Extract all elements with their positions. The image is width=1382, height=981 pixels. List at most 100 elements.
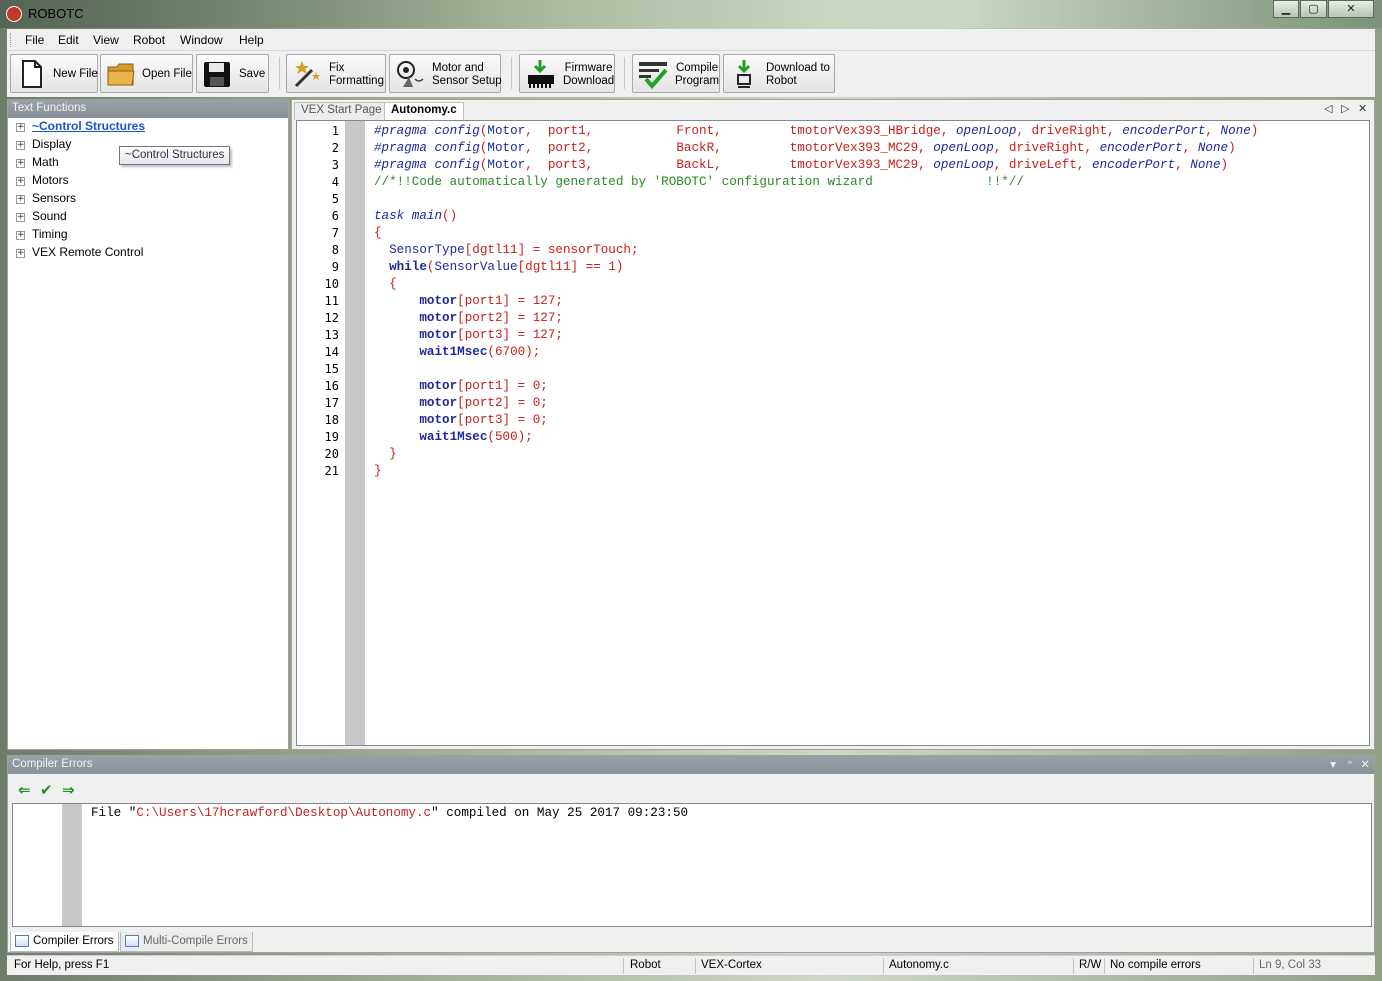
editor-area: VEX Start Page Autonomy.c ◁ ▷ ✕ 1 2 3 4 … xyxy=(291,99,1375,750)
code-line: { xyxy=(389,277,397,291)
tab-vex-start-page[interactable]: VEX Start Page xyxy=(294,102,389,120)
panel-dropdown-icon[interactable]: ▾ xyxy=(1330,757,1336,771)
fix-formatting-button[interactable]: Fix Formatting xyxy=(286,54,386,93)
status-separator xyxy=(623,958,624,974)
toolbar: New File Open File Save Fix Formatting M… xyxy=(7,51,1375,97)
firmware-download-button[interactable]: Firmware Download xyxy=(519,54,615,93)
code-line: motor[port1] = 0; xyxy=(419,379,548,393)
tree-item-sensors[interactable]: + Sensors xyxy=(8,190,288,208)
tab-label: Compiler Errors xyxy=(33,935,114,947)
firmware-chip-icon xyxy=(528,60,554,88)
code-line: { xyxy=(374,226,382,240)
line-number: 17 xyxy=(324,396,339,410)
check-icon[interactable]: ✔ xyxy=(40,781,53,799)
code-line: #pragma config(Motor, port1, Front, tmot… xyxy=(374,124,1259,138)
compiler-errors-header: Compiler Errors ▾ ▫ ✕ xyxy=(8,756,1374,774)
expand-icon[interactable]: + xyxy=(16,123,25,132)
line-number: 19 xyxy=(324,430,339,444)
tree-item-vex-remote-control[interactable]: + VEX Remote Control xyxy=(8,244,288,262)
compiler-output[interactable]: File "C:\Users\17hcrawford\Desktop\Auton… xyxy=(12,803,1372,927)
download-to-robot-button[interactable]: Download to Robot xyxy=(723,54,835,93)
tree-item-timing[interactable]: + Timing xyxy=(8,226,288,244)
compile-check-icon xyxy=(639,62,668,89)
minimize-button[interactable]: ▁ xyxy=(1273,0,1299,18)
open-file-button[interactable]: Open File xyxy=(100,54,193,93)
line-number: 12 xyxy=(324,311,339,325)
code-line: #pragma config(Motor, port3, BackL, tmot… xyxy=(374,158,1229,172)
save-label: Save xyxy=(239,68,266,80)
compiler-panel-tabs: Compiler Errors Multi-Compile Errors xyxy=(8,930,1374,952)
tab-multi-compile-errors[interactable]: Multi-Compile Errors xyxy=(120,932,253,952)
code-line: wait1Msec(500); xyxy=(419,430,533,444)
tree-item-label: ~Control Structures xyxy=(32,119,146,133)
menu-window[interactable]: Window xyxy=(180,33,223,47)
text-functions-header: Text Functions xyxy=(8,100,288,118)
menu-grip xyxy=(10,33,13,47)
status-separator xyxy=(1104,958,1105,974)
code-line: motor[port1] = 127; xyxy=(419,294,563,308)
tab-compiler-errors[interactable]: Compiler Errors xyxy=(10,932,119,952)
line-numbers: 1 2 3 4 5 6 7 8 9 10 11 12 13 14 15 16 1… xyxy=(297,123,339,480)
menu-view[interactable]: View xyxy=(93,33,119,47)
tree-item-sound[interactable]: + Sound xyxy=(8,208,288,226)
panel-close-icon[interactable]: ✕ xyxy=(1360,757,1370,771)
close-button[interactable]: ✕ xyxy=(1328,0,1374,18)
tree-item-motors[interactable]: + Motors xyxy=(8,172,288,190)
menu-bar: File Edit View Robot Window Help xyxy=(7,29,1375,51)
line-number: 9 xyxy=(331,260,339,274)
code-line: SensorType[dgtl11] = sensorTouch; xyxy=(389,243,639,257)
expand-icon[interactable]: + xyxy=(16,159,25,168)
status-separator xyxy=(1253,958,1254,974)
editor-tabs: VEX Start Page Autonomy.c ◁ ▷ ✕ xyxy=(292,100,1374,120)
compile-program-button[interactable]: Compile Program xyxy=(632,54,720,93)
code-editor[interactable]: 1 2 3 4 5 6 7 8 9 10 11 12 13 14 15 16 1… xyxy=(296,120,1370,746)
line-number: 16 xyxy=(324,379,339,393)
save-button[interactable]: Save xyxy=(196,54,269,93)
maximize-button[interactable]: ▢ xyxy=(1300,0,1327,18)
scroll-tabs-left-icon[interactable]: ◁ xyxy=(1324,102,1332,115)
function-tree: + ~Control Structures + Display + Math +… xyxy=(8,118,288,262)
code-line: //*!!Code automatically generated by 'RO… xyxy=(374,175,1024,189)
expand-icon[interactable]: + xyxy=(16,141,25,150)
new-file-button[interactable]: New File xyxy=(10,54,98,93)
firmware-label: Firmware Download xyxy=(563,61,615,87)
code-line: motor[port2] = 127; xyxy=(419,311,563,325)
folder-icon xyxy=(107,63,135,86)
menu-edit[interactable]: Edit xyxy=(58,33,79,47)
tab-label: Multi-Compile Errors xyxy=(143,935,248,947)
compiler-toolbar: ⇐ ✔ ⇒ xyxy=(12,780,1372,802)
expand-icon[interactable]: + xyxy=(16,249,25,258)
status-file: Autonomy.c xyxy=(889,959,949,971)
line-number: 4 xyxy=(331,175,339,189)
menu-robot[interactable]: Robot xyxy=(133,33,165,47)
close-tab-icon[interactable]: ✕ xyxy=(1358,102,1367,115)
menu-file[interactable]: File xyxy=(25,33,44,47)
floppy-disk-icon xyxy=(204,62,230,87)
output-margin xyxy=(62,804,82,926)
compile-message-path: C:\Users\17hcrawford\Desktop\Autonomy.c xyxy=(136,806,432,820)
download-label: Download to Robot xyxy=(766,61,830,87)
compile-message-suffix: " compiled on May 25 2017 09:23:50 xyxy=(431,806,689,820)
tree-item-control-structures[interactable]: + ~Control Structures xyxy=(8,118,288,136)
menu-help[interactable]: Help xyxy=(239,33,264,47)
expand-icon[interactable]: + xyxy=(16,213,25,222)
status-robot: Robot xyxy=(630,959,661,971)
tree-item-label: VEX Remote Control xyxy=(32,245,144,259)
tree-item-label: Sound xyxy=(32,209,67,223)
code-line: task main() xyxy=(374,209,458,223)
tab-autonomy-c[interactable]: Autonomy.c xyxy=(384,102,464,120)
motor-sensor-setup-button[interactable]: Motor and Sensor Setup xyxy=(389,54,502,93)
next-error-icon[interactable]: ⇒ xyxy=(62,781,75,799)
line-number: 5 xyxy=(331,192,339,206)
pin-icon[interactable]: ▫ xyxy=(1348,757,1352,769)
text-functions-panel: Text Functions + ~Control Structures + D… xyxy=(7,99,289,750)
scroll-tabs-right-icon[interactable]: ▷ xyxy=(1341,102,1349,115)
previous-error-icon[interactable]: ⇐ xyxy=(18,781,31,799)
expand-icon[interactable]: + xyxy=(16,177,25,186)
code-line: while(SensorValue[dgtl11] == 1) xyxy=(389,260,624,274)
expand-icon[interactable]: + xyxy=(16,231,25,240)
tree-tooltip: ~Control Structures xyxy=(119,146,231,165)
expand-icon[interactable]: + xyxy=(16,195,25,204)
status-bar: For Help, press F1 Robot VEX-Cortex Auto… xyxy=(7,955,1375,975)
